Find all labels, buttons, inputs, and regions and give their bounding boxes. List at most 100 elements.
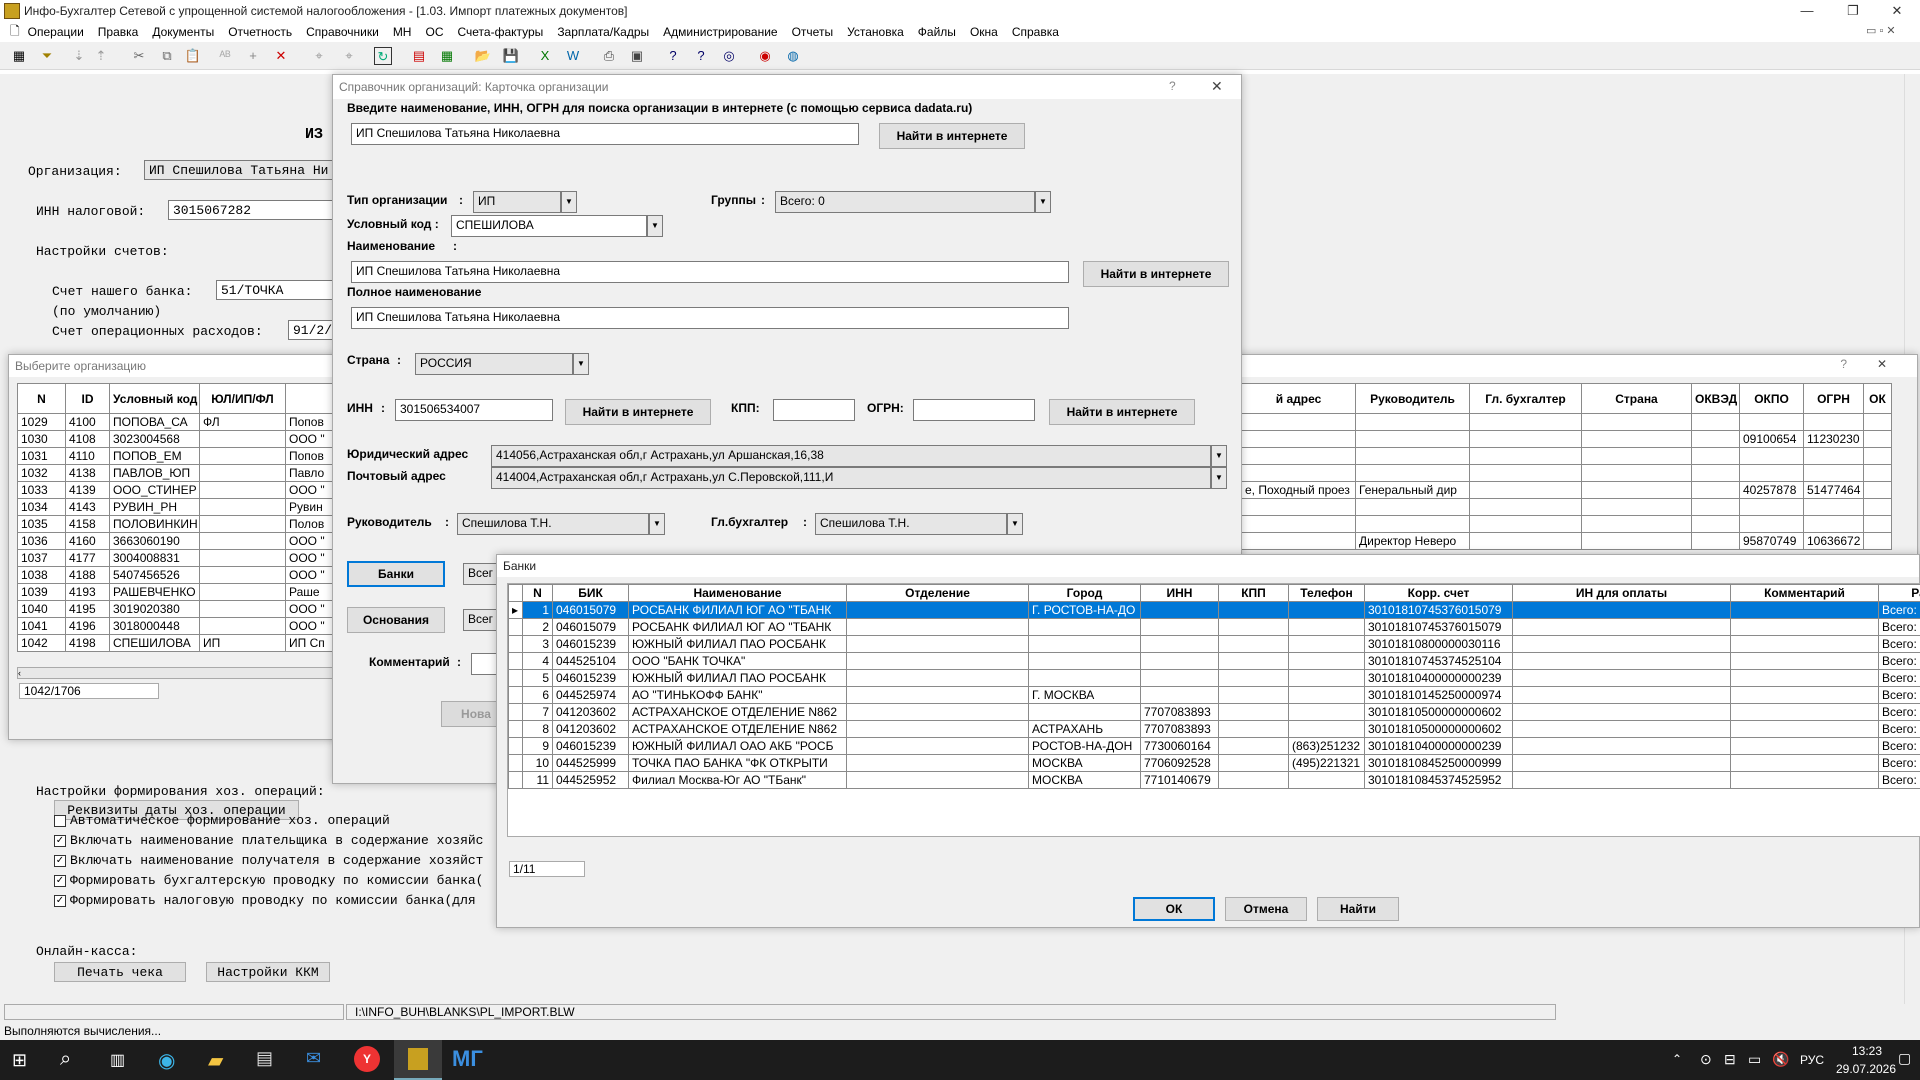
menu-item[interactable]: Администрирование xyxy=(663,25,777,39)
table-row[interactable] xyxy=(1241,464,1892,482)
table-cell[interactable]: 044525999 xyxy=(552,754,629,772)
table-cell[interactable]: 5 xyxy=(522,669,553,687)
menu-item[interactable]: Счета-фактуры xyxy=(457,25,543,39)
table-cell[interactable] xyxy=(199,430,286,448)
table-cell[interactable] xyxy=(1218,652,1289,670)
notifications-icon[interactable]: ▢ xyxy=(1898,1050,1911,1067)
country-field[interactable]: РОССИЯ xyxy=(415,353,573,375)
pick-icon[interactable]: ⌖ xyxy=(310,47,328,65)
table-cell[interactable] xyxy=(1218,720,1289,738)
table-cell[interactable]: ФЛ xyxy=(199,413,286,431)
table-cell[interactable]: 7730060164 xyxy=(1140,737,1219,755)
table-cell[interactable]: 3018000448 xyxy=(109,617,200,635)
print-icon[interactable]: ⎙ xyxy=(600,47,618,65)
table-cell[interactable]: 3019020380 xyxy=(109,600,200,618)
table-cell[interactable]: 1035 xyxy=(17,515,66,533)
menu-item[interactable]: Справочники xyxy=(306,25,379,39)
table-cell[interactable]: ПОПОВ_ЕМ xyxy=(109,447,200,465)
table-cell[interactable]: 8 xyxy=(522,720,553,738)
task-view-icon[interactable]: ▥ xyxy=(110,1050,125,1070)
type-dropdown-icon[interactable]: ▼ xyxy=(561,191,577,213)
column-header[interactable]: ОК xyxy=(1863,383,1892,414)
table-cell[interactable]: 40257878 xyxy=(1739,481,1804,499)
table-cell[interactable] xyxy=(1863,413,1892,431)
table-cell[interactable] xyxy=(199,566,286,584)
table-cell[interactable]: АСТРАХАНСКОЕ ОТДЕЛЕНИЕ N862 xyxy=(628,720,847,738)
find-inn-button[interactable]: Найти в интернете xyxy=(565,399,711,425)
volume-icon[interactable]: 🔇 xyxy=(1772,1051,1789,1068)
preview-icon[interactable]: ▣ xyxy=(628,47,646,65)
table-row[interactable]: 3 046015239 ЮЖНЫЙ ФИЛИАЛ ПАО РОСБАНК 301018… xyxy=(508,635,1920,653)
table-cell[interactable]: 30101810400000000239 xyxy=(1364,737,1513,755)
head-dropdown-icon[interactable]: ▼ xyxy=(649,513,665,535)
table-cell[interactable] xyxy=(1288,686,1365,704)
table-cell[interactable] xyxy=(1028,618,1141,636)
table-cell[interactable]: 044525974 xyxy=(552,686,629,704)
table-cell[interactable]: Всего: xyxy=(1878,720,1920,738)
table-cell[interactable] xyxy=(1863,481,1892,499)
code-dropdown-icon[interactable]: ▼ xyxy=(647,215,663,237)
mail-icon[interactable]: ✉ xyxy=(306,1048,321,1069)
table-cell[interactable]: 046015079 xyxy=(552,601,629,619)
paste-icon[interactable]: 📋 xyxy=(184,47,202,65)
table-cell[interactable]: 4 xyxy=(522,652,553,670)
table-cell[interactable] xyxy=(1730,635,1879,653)
mdi-controls[interactable]: ▭ ▫ ✕ xyxy=(1866,24,1896,37)
find-button[interactable]: Найти xyxy=(1317,897,1399,921)
table-row[interactable] xyxy=(1241,515,1892,533)
table-cell[interactable] xyxy=(1730,754,1879,772)
table-cell[interactable] xyxy=(1140,618,1219,636)
bank-acc-field[interactable]: 51/ТОЧКА xyxy=(216,280,334,300)
table-cell[interactable]: Всего: xyxy=(1878,618,1920,636)
column-header[interactable]: Условный код xyxy=(109,383,200,414)
table-cell[interactable] xyxy=(1512,652,1731,670)
help-icon[interactable]: ? xyxy=(664,47,682,65)
table-cell[interactable]: 2 xyxy=(522,618,553,636)
table-cell[interactable] xyxy=(199,549,286,567)
table-cell[interactable]: 4177 xyxy=(65,549,110,567)
table-cell[interactable] xyxy=(1581,515,1692,533)
table-cell[interactable]: 7 xyxy=(522,703,553,721)
menu-item[interactable]: Установка xyxy=(847,25,904,39)
column-header[interactable]: N xyxy=(522,584,553,602)
accountant-field[interactable]: Спешилова Т.Н. xyxy=(815,513,1007,535)
table-cell[interactable] xyxy=(1512,720,1731,738)
column-header[interactable]: Телефон xyxy=(1288,584,1365,602)
table-row[interactable] xyxy=(1241,413,1892,431)
table-cell[interactable] xyxy=(1218,737,1289,755)
close-icon[interactable]: ✕ xyxy=(1874,0,1920,22)
table-cell[interactable]: 4160 xyxy=(65,532,110,550)
table-cell[interactable] xyxy=(1469,515,1582,533)
menu-item[interactable]: Окна xyxy=(970,25,998,39)
table-cell[interactable]: РОСБАНК ФИЛИАЛ ЮГ АО "ТБАНК xyxy=(628,601,847,619)
table-cell[interactable] xyxy=(1241,447,1356,465)
save-icon[interactable]: 💾 xyxy=(502,47,520,65)
table-cell[interactable] xyxy=(1241,430,1356,448)
table-cell[interactable]: 1030 xyxy=(17,430,66,448)
column-header[interactable]: КПП xyxy=(1218,584,1289,602)
column-header[interactable]: ID xyxy=(65,383,110,414)
table-cell[interactable] xyxy=(1691,430,1740,448)
table-cell[interactable] xyxy=(1218,635,1289,653)
column-header[interactable]: Отделение xyxy=(846,584,1029,602)
table-cell[interactable] xyxy=(1512,686,1731,704)
table-cell[interactable]: (863)251232 xyxy=(1288,737,1365,755)
find-name-button[interactable]: Найти в интернете xyxy=(1083,261,1229,287)
table-cell[interactable]: 4195 xyxy=(65,600,110,618)
table-row[interactable]: 2 046015079 РОСБАНК ФИЛИАЛ ЮГ АО "ТБАНК 301… xyxy=(508,618,1920,636)
type-field[interactable]: ИП xyxy=(473,191,561,213)
table-cell[interactable]: ЮЖНЫЙ ФИЛИАЛ ПАО РОСБАНК xyxy=(628,669,847,687)
code-field[interactable]: СПЕШИЛОВА xyxy=(451,215,647,237)
table-cell[interactable]: АО "ТИНЬКОФФ БАНК" xyxy=(628,686,847,704)
table-cell[interactable]: 11 xyxy=(522,771,553,789)
table-cell[interactable]: Всего: xyxy=(1878,601,1920,619)
table-cell[interactable] xyxy=(846,635,1029,653)
refresh-icon[interactable]: ↻ xyxy=(374,47,392,65)
table-cell[interactable] xyxy=(1691,447,1740,465)
table-cell[interactable] xyxy=(846,703,1029,721)
column-header[interactable]: Наименование xyxy=(628,584,847,602)
table-cell[interactable]: 046015239 xyxy=(552,635,629,653)
table-row[interactable]: 9 046015239 ЮЖНЫЙ ФИЛИАЛ ОАО АКБ "РОСБ РОСТ… xyxy=(508,737,1920,755)
table-cell[interactable]: 30101810845250000999 xyxy=(1364,754,1513,772)
table-row[interactable]: 1036 4160 3663060190 ООО " xyxy=(17,532,342,550)
